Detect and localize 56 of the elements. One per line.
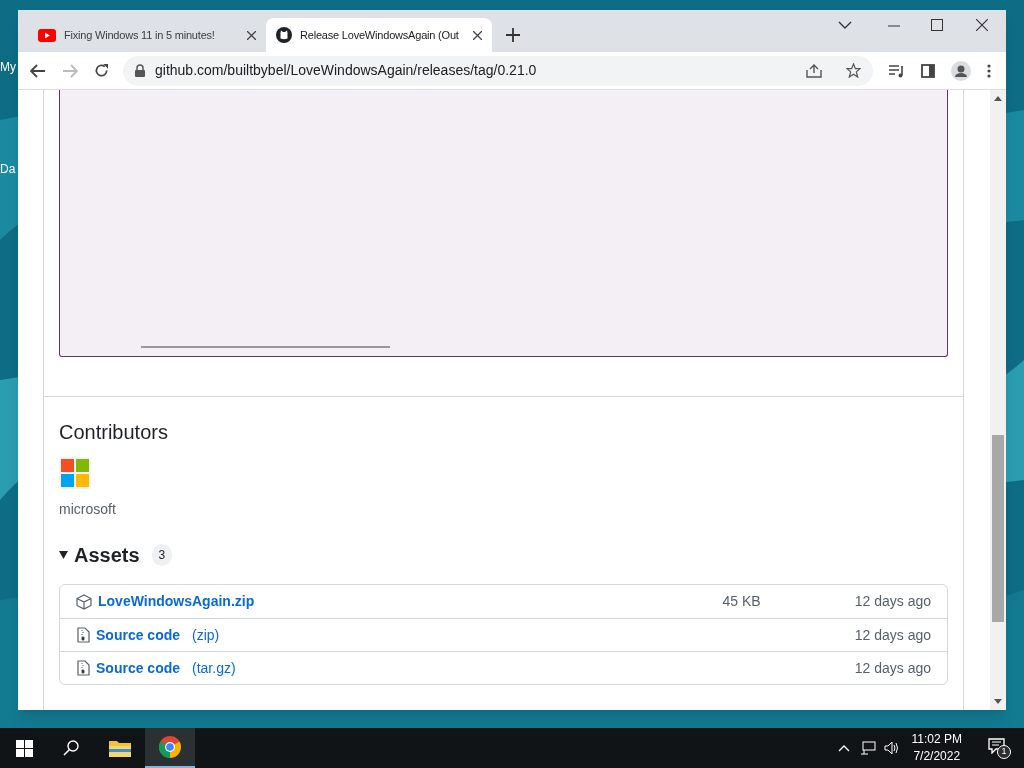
search-icon[interactable]	[63, 740, 79, 756]
maximize-icon[interactable]	[931, 19, 943, 31]
package-icon	[76, 593, 92, 610]
side-panel-icon[interactable]	[921, 63, 935, 78]
desktop-icon-label[interactable]: Da	[0, 160, 16, 178]
asset-size: 45 KB	[722, 592, 761, 611]
network-icon[interactable]	[859, 741, 876, 755]
clock-time[interactable]: 11:02 PM	[911, 731, 962, 748]
close-tab-icon[interactable]	[247, 30, 256, 40]
zip-file-icon	[76, 660, 90, 676]
asset-count: 3	[151, 544, 173, 566]
tab-search-icon[interactable]	[838, 20, 852, 30]
chrome-icon	[159, 736, 181, 758]
asset-link[interactable]: Source code	[96, 624, 181, 646]
desktop-icon-label[interactable]: My	[0, 58, 16, 76]
lock-icon[interactable]	[135, 64, 145, 77]
windows-start-icon[interactable]	[16, 739, 33, 757]
taskbar-app[interactable]	[145, 728, 195, 768]
address-bar[interactable]: github.com/builtbybel/LoveWindowsAgain/releases/tag/0.21.0	[123, 55, 873, 86]
asset-format[interactable]: (zip)	[192, 624, 220, 646]
scroll-down-icon[interactable]	[994, 699, 1002, 704]
folder-icon	[109, 739, 131, 757]
new-tab-icon[interactable]	[506, 28, 520, 42]
cat-logo-icon	[276, 27, 292, 43]
play-logo-icon	[38, 28, 56, 42]
clock-date[interactable]: 7/2/2022	[913, 748, 961, 765]
chevron-up-icon[interactable]	[837, 744, 850, 752]
contributor-name[interactable]: microsoft	[59, 499, 948, 520]
url-text: github.com/builtbybel/LoveWindowsAgain/releases/tag/0.21.0	[155, 61, 538, 80]
assets-heading[interactable]: Assets	[74, 540, 140, 570]
browser-tab[interactable]: Release LoveWindowsAgain (Out	[266, 18, 492, 52]
notification-icon[interactable]	[988, 738, 1005, 754]
caret-icon[interactable]	[59, 551, 68, 559]
contributors-heading: Contributors	[59, 420, 169, 445]
profile-icon[interactable]	[951, 60, 971, 81]
star-icon[interactable]	[846, 63, 861, 78]
asset-link[interactable]: Source code	[96, 657, 181, 679]
browser-tab[interactable]: Fixing Windows 11 in 5 minutes!	[28, 18, 266, 52]
notification-badge: 1	[997, 745, 1011, 759]
scroll-thumb[interactable]	[992, 435, 1004, 622]
avatar-icon[interactable]	[59, 457, 91, 489]
volume-icon[interactable]	[883, 741, 900, 755]
close-icon[interactable]	[976, 19, 988, 31]
zip-file-icon	[76, 627, 90, 643]
asset-date: 12 days ago	[854, 592, 931, 611]
asset-date: 12 days ago	[854, 658, 931, 678]
menu-icon[interactable]	[987, 63, 991, 78]
media-icon[interactable]	[889, 63, 905, 78]
scrollbar[interactable]	[990, 90, 1006, 710]
asset-date: 12 days ago	[854, 625, 931, 645]
close-tab-icon[interactable]	[473, 30, 482, 40]
share-icon[interactable]	[806, 63, 822, 78]
asset-link[interactable]: LoveWindowsAgain.zip	[98, 591, 255, 612]
back-icon[interactable]	[30, 63, 46, 78]
reload-icon[interactable]	[94, 63, 109, 78]
asset-format[interactable]: (tar.gz)	[192, 657, 236, 679]
